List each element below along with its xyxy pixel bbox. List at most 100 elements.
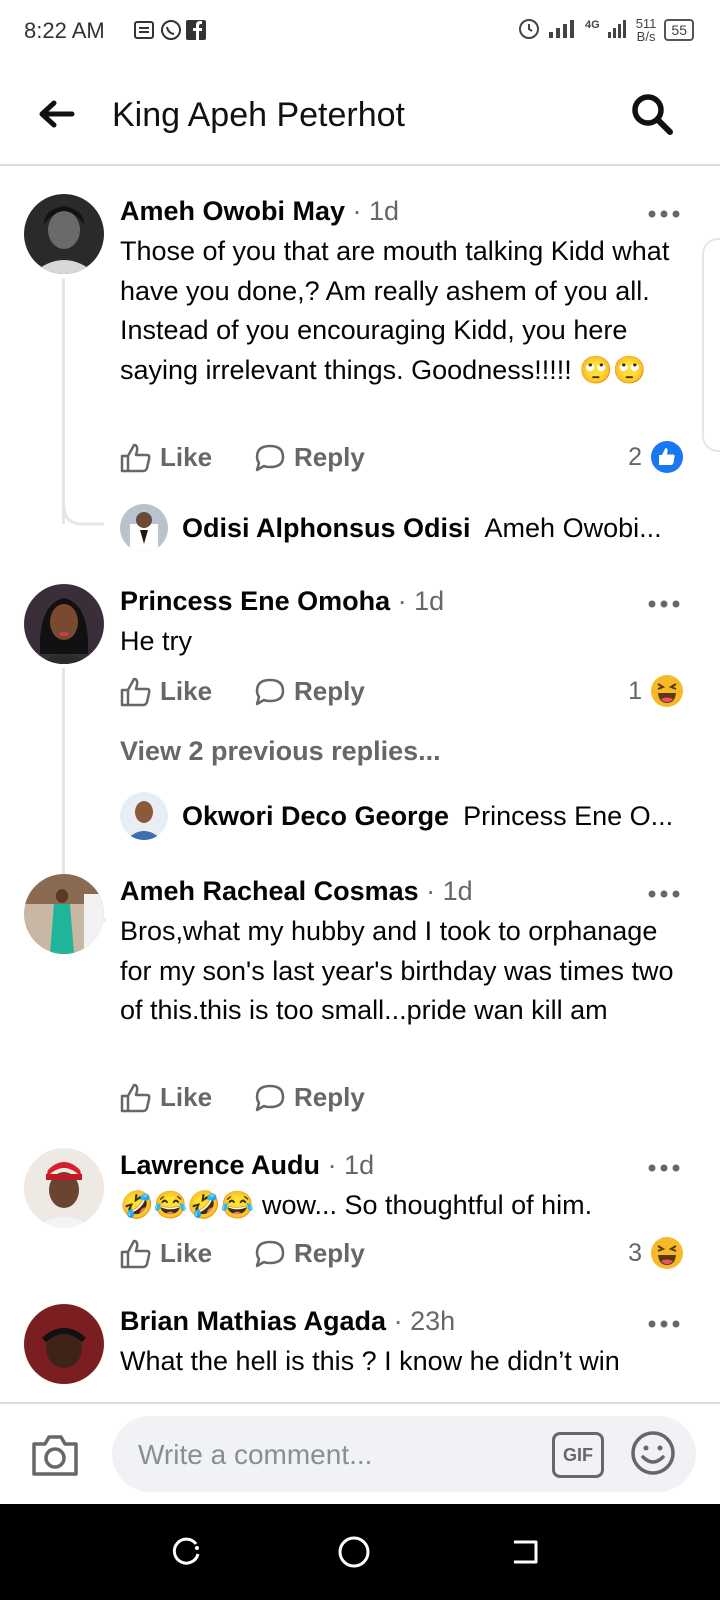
avatar[interactable] [24, 194, 104, 274]
comment-actions: Like Reply [120, 1082, 365, 1113]
more-button[interactable] [648, 596, 680, 608]
like-button[interactable]: Like [120, 676, 254, 707]
reaction-summary[interactable]: 1 [628, 674, 684, 708]
like-label: Like [160, 1082, 213, 1112]
comment-input[interactable] [136, 1434, 520, 1476]
reply-preview[interactable]: Okwori Deco George Princess Ene O... [120, 792, 680, 840]
reply-button[interactable]: Reply [254, 1082, 365, 1113]
search-button[interactable] [630, 92, 674, 136]
avatar[interactable] [120, 504, 168, 552]
arrow-left-icon [39, 100, 75, 128]
comment-bubble-icon [255, 1240, 285, 1267]
alarm-icon [517, 16, 541, 43]
reply-button[interactable]: Reply [254, 1238, 365, 1269]
reply-author-name: Odisi Alphonsus Odisi [182, 512, 471, 543]
comment-text: 🤣😂🤣😂 wow... So thoughtful of him. [120, 1190, 593, 1220]
comment-text: Those of you that are mouth talking Kidd… [120, 236, 670, 385]
whatsapp-icon [160, 19, 181, 41]
like-button[interactable]: Like [120, 442, 254, 473]
comment-text: He try [120, 626, 193, 656]
author-name[interactable]: Princess Ene Omoha [120, 586, 390, 616]
signal-icon [549, 18, 577, 41]
more-icon [648, 1164, 680, 1172]
speed-value: 511 [635, 15, 657, 31]
comment-time: · 1d [352, 196, 400, 226]
avatar[interactable] [120, 792, 168, 840]
reply-label: Reply [294, 442, 365, 472]
reaction-count: 1 [628, 676, 642, 705]
signal-icon-2 [607, 18, 628, 41]
author-name[interactable]: Ameh Owobi May [120, 196, 345, 226]
comment-time: · 1d [327, 1150, 375, 1180]
reply-button[interactable]: Reply [254, 676, 365, 707]
comment-input-wrapper: GIF [112, 1416, 696, 1492]
reaction-count: 3 [628, 1238, 642, 1267]
emoji-icon [631, 1431, 675, 1475]
home-button[interactable] [334, 1532, 374, 1572]
avatar[interactable] [24, 874, 104, 954]
reaction-summary[interactable]: 3 [628, 1236, 684, 1270]
view-previous-replies[interactable]: View 2 previous replies... [120, 736, 441, 767]
battery-indicator: 55 [664, 18, 694, 41]
more-icon [648, 600, 680, 608]
comment-text: Bros,what my hubby and I took to orphana… [120, 916, 674, 1025]
camera-button[interactable] [30, 1432, 80, 1478]
system-nav-bar [0, 1504, 720, 1600]
like-button[interactable]: Like [120, 1238, 254, 1269]
comment-bubble-icon [255, 1084, 285, 1111]
back-button[interactable] [36, 94, 76, 134]
page-title: King Apeh Peterhot [112, 96, 406, 134]
haha-reaction-icon [651, 1237, 683, 1269]
back-nav-icon [514, 1540, 538, 1564]
comments-feed[interactable]: Ameh Owobi May · 1d Those of you that ar… [0, 166, 720, 1402]
gif-button[interactable]: GIF [552, 1432, 604, 1478]
comment-time: · 1d [397, 586, 445, 616]
comment-bubble-icon [255, 678, 285, 705]
reply-author-name: Okwori Deco George [182, 800, 450, 831]
more-icon [648, 1320, 680, 1328]
comment-header: Ameh Owobi May · 1d [120, 196, 399, 227]
reaction-summary[interactable]: 2 [628, 440, 684, 474]
reply-preview-text: Princess Ene O... [463, 800, 674, 831]
speed-unit: B/s [636, 28, 656, 44]
network-type: 4G [585, 18, 600, 31]
avatar[interactable] [24, 584, 104, 664]
thumbs-up-icon [120, 677, 151, 706]
back-nav-button[interactable] [506, 1532, 546, 1572]
author-name[interactable]: Lawrence Audu [120, 1150, 320, 1180]
more-button[interactable] [648, 886, 680, 898]
comment-time: · 1d [426, 876, 473, 906]
thread-connector [62, 506, 104, 526]
reply-preview-text: Ameh Owobi... [484, 512, 662, 543]
more-button[interactable] [648, 1316, 680, 1328]
reply-label: Reply [294, 1238, 365, 1268]
app-header: King Apeh Peterhot [0, 70, 720, 166]
thumbs-up-icon [120, 1239, 151, 1268]
haha-reaction-icon [651, 675, 683, 707]
like-button[interactable]: Like [120, 1082, 254, 1113]
like-reaction-icon [651, 441, 683, 473]
more-button[interactable] [648, 1160, 680, 1172]
notification-icons [134, 19, 206, 41]
like-label: Like [160, 442, 213, 472]
author-name[interactable]: Ameh Racheal Cosmas [120, 876, 419, 906]
avatar[interactable] [24, 1304, 104, 1384]
emoji-button[interactable] [630, 1430, 676, 1476]
home-icon [338, 1536, 370, 1568]
like-label: Like [160, 1238, 213, 1268]
author-name[interactable]: Brian Mathias Agada [120, 1306, 386, 1336]
recent-apps-button[interactable] [166, 1532, 206, 1572]
reply-preview[interactable]: Odisi Alphonsus Odisi Ameh Owobi... [120, 504, 680, 552]
comment-header: Princess Ene Omoha · 1d [120, 586, 444, 617]
more-icon [648, 890, 680, 898]
status-indicators: 4G 511 B/s 55 [517, 16, 694, 43]
status-bar: 8:22 AM 4G 511 B/s 55 [0, 0, 720, 64]
comment-header: Brian Mathias Agada · 23h [120, 1306, 455, 1337]
reaction-count: 2 [628, 442, 642, 471]
reply-button[interactable]: Reply [254, 442, 365, 473]
reply-label: Reply [294, 676, 365, 706]
comment-header: Ameh Racheal Cosmas · 1d [120, 876, 473, 907]
avatar[interactable] [24, 1148, 104, 1228]
comment-header: Lawrence Audu · 1d [120, 1150, 374, 1181]
more-button[interactable] [648, 206, 680, 218]
